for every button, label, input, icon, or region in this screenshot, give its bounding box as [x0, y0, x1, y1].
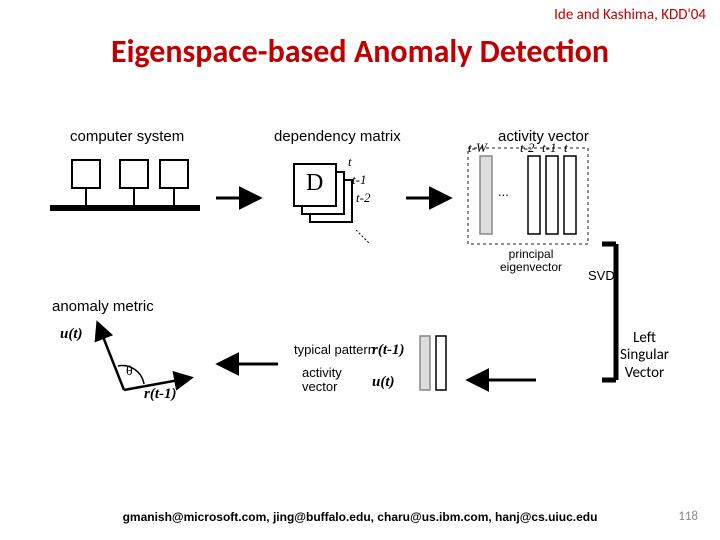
slide-title: Eigenspace-based Anomaly Detection — [0, 32, 720, 71]
label-principal-eigenvector: principal eigenvector — [500, 248, 562, 274]
label-computer-system: computer system — [70, 128, 184, 145]
label-tW: t-W — [468, 140, 487, 156]
label-t2: t-2 — [356, 190, 370, 206]
label-D: D — [306, 170, 323, 197]
label-t: t — [348, 154, 352, 170]
label-t1b: t-1 — [542, 140, 556, 156]
label-dependency-matrix: dependency matrix — [274, 128, 401, 145]
citation-text: Ide and Kashima, KDD'04 — [554, 6, 706, 24]
label-dots: ... — [498, 184, 509, 199]
label-ut: u(t) — [60, 326, 83, 343]
label-t1: t-1 — [352, 172, 366, 188]
label-rt1: r(t-1) — [372, 342, 405, 359]
label-activity-vector2: activity vector — [302, 366, 342, 395]
label-theta: θ — [126, 364, 133, 380]
label-ut2: u(t) — [372, 374, 395, 391]
annotation-left-singular-vector: Left Singular Vector — [620, 330, 669, 382]
label-rt1b: r(t-1) — [144, 386, 177, 403]
footer-emails: gmanish@microsoft.com, jing@buffalo.edu,… — [0, 510, 720, 524]
label-tb: t — [564, 140, 568, 156]
page-number: 118 — [678, 509, 698, 524]
label-svd: SVD — [588, 268, 615, 283]
label-t2b: t-2 — [520, 140, 534, 156]
label-typical-pattern: typical pattern — [294, 342, 375, 357]
label-anomaly-metric: anomaly metric — [52, 298, 154, 315]
